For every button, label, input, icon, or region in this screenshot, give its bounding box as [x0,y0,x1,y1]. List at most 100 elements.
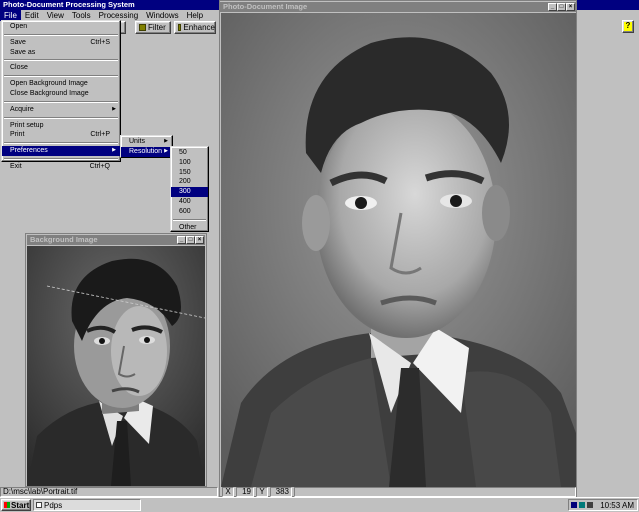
minimize-icon[interactable]: _ [177,236,186,244]
file-path: D:\msc\lab\Portrait.tif [3,487,78,496]
system-tray: 10:53 AM [568,499,638,511]
menu-separator [4,100,118,103]
menu-separator [4,157,118,160]
menu-item-open[interactable]: Open [2,22,120,32]
help-button[interactable]: ? [622,20,634,33]
task-label: Pdps [44,500,63,510]
network-icon[interactable] [579,502,585,508]
app-icon [36,502,42,508]
resolution-option-150[interactable]: 150 [171,168,208,178]
menu-item-save[interactable]: Save Ctrl+S [2,38,120,48]
resolution-option-600[interactable]: 600 [171,207,208,217]
menu-help[interactable]: Help [183,10,207,21]
x-value: 19 [236,487,254,497]
menu-item-print[interactable]: Print Ctrl+P [2,130,120,140]
background-title: Background Image [30,235,98,244]
windows-logo-icon [4,502,10,508]
app-title: Photo-Document Processing System [3,0,135,9]
maximize-icon[interactable]: □ [557,3,566,11]
menu-item-open-background[interactable]: Open Background Image [2,79,120,89]
submenu-arrow-icon: ▶ [164,138,168,144]
background-image[interactable] [27,246,205,486]
menu-item-label: Close [10,64,28,72]
minimize-icon[interactable]: _ [548,3,557,11]
menu-item-resolution[interactable]: Resolution ▶ [121,146,172,157]
resolution-option-400[interactable]: 400 [171,197,208,207]
submenu-arrow-icon: ▶ [112,105,116,112]
y-value: 383 [270,487,292,497]
preferences-submenu: Units ▶ Resolution ▶ [120,135,173,158]
submenu-arrow-icon: ▶ [164,147,168,154]
background-portrait-photo [27,246,205,486]
background-title-bar[interactable]: Background Image _ □ × [27,235,205,245]
resolution-submenu: 50 100 150 200 300 400 600 Other [170,146,209,232]
document-status-bar: X 19 Y 383 [220,487,576,497]
menu-windows[interactable]: Windows [142,10,182,21]
enhance-icon [178,24,182,31]
menu-item-exit[interactable]: Exit Ctrl+Q [2,162,120,172]
menu-item-label: Preferences [10,147,48,155]
speaker-icon[interactable] [571,502,577,508]
start-button[interactable]: Start [1,499,31,511]
menu-item-acquire[interactable]: Acquire ▶ [2,105,120,115]
close-icon[interactable]: × [566,3,575,11]
resolution-option-other[interactable]: Other [171,223,208,233]
portrait-photo [221,13,576,487]
menu-item-label: Acquire [10,105,34,113]
resolution-option-300[interactable]: 300 [171,187,208,197]
taskbar-task-pdps[interactable]: Pdps [33,499,141,511]
menu-item-print-setup[interactable]: Print setup [2,121,120,131]
menu-item-preferences[interactable]: Preferences ▶ [2,146,120,156]
menu-separator [4,142,118,145]
menu-item-label: 200 [179,178,191,186]
document-image[interactable] [221,13,576,487]
submenu-arrow-icon: ▶ [112,147,116,154]
menu-item-label: Save as [10,48,36,56]
help-icon: ? [625,21,631,30]
menu-separator [4,59,118,62]
menu-separator [4,116,118,119]
app-status-bar: D:\msc\lab\Portrait.tif [0,487,218,497]
filter-label: Filter [148,23,166,32]
resolution-option-50[interactable]: 50 [171,148,208,158]
menu-item-close-background[interactable]: Close Background Image [2,89,120,99]
taskbar: Start Pdps 10:53 AM [0,497,639,512]
menu-item-label: Other [179,223,197,231]
filter-button[interactable]: Filter [135,21,171,34]
menu-item-label: Open Background Image [10,80,88,88]
enhance-label: Enhance [183,23,215,32]
menu-item-label: Print [10,131,25,139]
document-window: Photo-Document Image _ □ × X 19 Y 383 [219,0,577,497]
menu-item-label: 100 [179,158,191,166]
menu-item-label: Open [10,23,28,30]
filter-icon [139,24,146,31]
menu-item-shortcut: Ctrl+S [90,38,110,46]
menu-item-label: Exit [10,162,22,170]
enhance-button[interactable]: Enhance [174,21,216,34]
menu-item-label: Print setup [10,121,44,129]
monitor-icon[interactable] [587,502,593,508]
resolution-option-100[interactable]: 100 [171,158,208,168]
y-label: Y [256,487,268,497]
menu-item-label: 50 [179,149,187,156]
file-menu: Open Save Ctrl+S Save as Close Open Backg… [1,20,121,170]
resolution-option-200[interactable]: 200 [171,177,208,187]
menu-item-label: Units [129,138,145,145]
menu-item-shortcut: Ctrl+Q [89,162,110,170]
menu-separator [173,218,206,221]
menu-item-close[interactable]: Close [2,63,120,73]
menu-item-label: Close Background Image [10,89,89,97]
x-label: X [222,487,234,497]
start-label: Start [11,500,30,510]
menu-separator [4,33,118,36]
menu-item-label: Resolution [129,147,163,155]
menu-separator [4,75,118,78]
status-spacer [294,487,576,497]
document-title-bar[interactable]: Photo-Document Image _ □ × [220,2,576,12]
close-icon[interactable]: × [195,236,204,244]
menu-item-units[interactable]: Units ▶ [121,137,172,147]
maximize-icon[interactable]: □ [186,236,195,244]
menu-item-save-as[interactable]: Save as [2,48,120,58]
clock[interactable]: 10:53 AM [600,501,637,510]
menu-item-label: 400 [179,197,191,205]
